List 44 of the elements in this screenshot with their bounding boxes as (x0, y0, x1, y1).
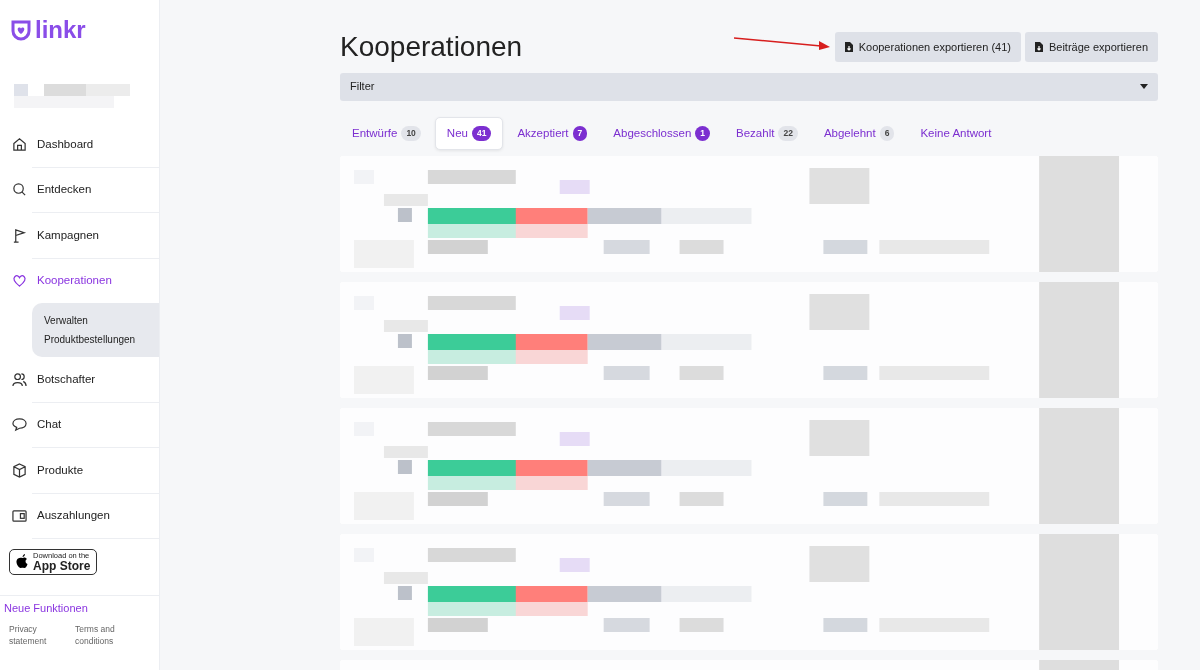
nav-item[interactable]: Entdecken (0, 167, 159, 212)
file-download-icon (1034, 41, 1043, 52)
chat-bubble-icon (12, 417, 27, 433)
home-icon (12, 136, 27, 152)
tab[interactable]: Akzeptiert 7 (505, 116, 600, 150)
nav-item[interactable]: Chat (0, 402, 159, 447)
wallet-icon (12, 508, 27, 524)
apple-icon (16, 554, 29, 570)
export-button[interactable]: Beiträge exportieren (1024, 31, 1158, 63)
count-badge: 10 (401, 125, 421, 141)
count-badge: 1 (695, 125, 711, 141)
flag-icon (12, 227, 27, 243)
nav-item[interactable]: Kooperationen (0, 258, 159, 303)
submenu-item[interactable]: Verwalten (44, 311, 147, 330)
logo-text: linkr (35, 15, 86, 45)
nav-item[interactable]: Dashboard (0, 122, 159, 167)
tab[interactable]: Abgeschlossen 1 (601, 116, 723, 150)
tab[interactable]: Bezahlt 22 (724, 116, 810, 150)
footer-link[interactable]: Terms and conditions (75, 622, 123, 648)
nav-item[interactable]: Botschafter (0, 357, 159, 402)
heart-icon (12, 273, 27, 289)
filter-dropdown[interactable]: Filter (340, 72, 1158, 101)
count-badge: 7 (572, 125, 588, 141)
people-icon (12, 371, 27, 387)
box-icon (12, 462, 27, 478)
tab[interactable]: Neu 41 (434, 116, 504, 150)
search-icon (12, 182, 27, 198)
news-link[interactable]: Neue Funktionen (4, 600, 155, 617)
file-download-icon (844, 41, 853, 52)
count-badge: 41 (471, 125, 492, 141)
count-badge: 6 (879, 125, 895, 141)
nav-item[interactable]: Produkte (0, 448, 159, 493)
nav-item[interactable]: Kampagnen (0, 213, 159, 258)
tab[interactable]: Keine Antwort (908, 116, 1004, 150)
tab[interactable]: Entwürfe 10 (340, 116, 433, 150)
caret-icon (1140, 84, 1148, 90)
submenu-item[interactable]: Produktbestellungen (44, 330, 147, 349)
nav-item[interactable]: Auszahlungen (0, 493, 159, 538)
heart-shield-icon (10, 19, 32, 41)
tab[interactable]: Abgelehnt 6 (811, 116, 907, 150)
count-badge: 22 (778, 125, 798, 141)
footer-link[interactable]: Privacy statement (9, 622, 57, 648)
page-title: Kooperationen (340, 30, 523, 64)
export-button[interactable]: Kooperationen exportieren (41) (834, 31, 1021, 63)
